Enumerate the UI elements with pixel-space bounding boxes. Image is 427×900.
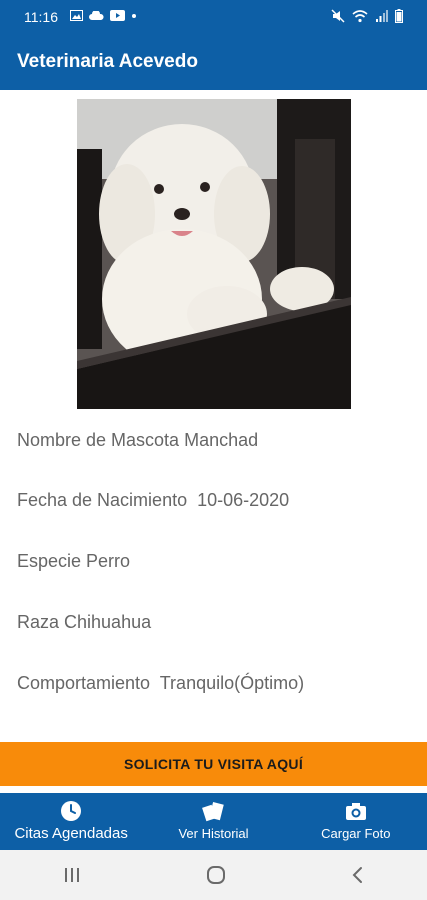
mute-icon (331, 9, 345, 23)
battery-icon (395, 9, 403, 23)
wifi-icon (352, 9, 368, 22)
status-notification-icons (70, 10, 137, 21)
video-icon (110, 10, 125, 21)
signal-icon (376, 9, 388, 22)
pet-species: Especie Perro (17, 551, 131, 571)
bottom-nav: Citas Agendadas Ver Historial Cargar Fot… (0, 793, 427, 850)
pet-name: Nombre de Mascota Manchad (17, 430, 259, 450)
camera-icon (345, 803, 366, 820)
app-bar: Veterinaria Acevedo (0, 34, 427, 90)
nav-label-citas: Citas Agendadas (14, 825, 128, 842)
app-title: Veterinaria Acevedo (17, 51, 198, 72)
gallery-icon (70, 10, 83, 21)
nav-item-citas-agendadas[interactable]: Citas Agendadas (0, 793, 142, 850)
back-icon[interactable] (351, 866, 365, 884)
clock-icon (61, 801, 82, 821)
system-navigation-bar (0, 850, 427, 900)
pet-birth-date: Fecha de Nacimiento 10-06-2020 (17, 490, 290, 510)
home-icon[interactable] (206, 865, 226, 885)
request-visit-label: SOLICITA TU VISITA AQUÍ (123, 756, 304, 772)
nav-item-cargar-foto[interactable]: Cargar Foto (285, 793, 427, 850)
pet-breed: Raza Chihuahua (17, 612, 152, 632)
status-time: 11:16 (24, 9, 58, 25)
pet-photo (77, 99, 351, 409)
nav-label-cargar-foto: Cargar Foto (321, 826, 391, 841)
cards-icon (202, 802, 225, 822)
recent-apps-icon[interactable] (62, 866, 82, 884)
status-system-icons (331, 9, 403, 23)
dot-icon (132, 13, 136, 18)
status-bar: 11:16 (0, 0, 427, 34)
nav-label-historial: Ver Historial (178, 826, 249, 841)
nav-item-ver-historial[interactable]: Ver Historial (142, 793, 284, 850)
pet-behavior: Comportamiento Tranquilo(Óptimo) (17, 673, 305, 693)
request-visit-button[interactable]: SOLICITA TU VISITA AQUÍ (0, 742, 427, 786)
cloud-icon (89, 10, 104, 20)
dog-photo-illustration (77, 99, 351, 409)
